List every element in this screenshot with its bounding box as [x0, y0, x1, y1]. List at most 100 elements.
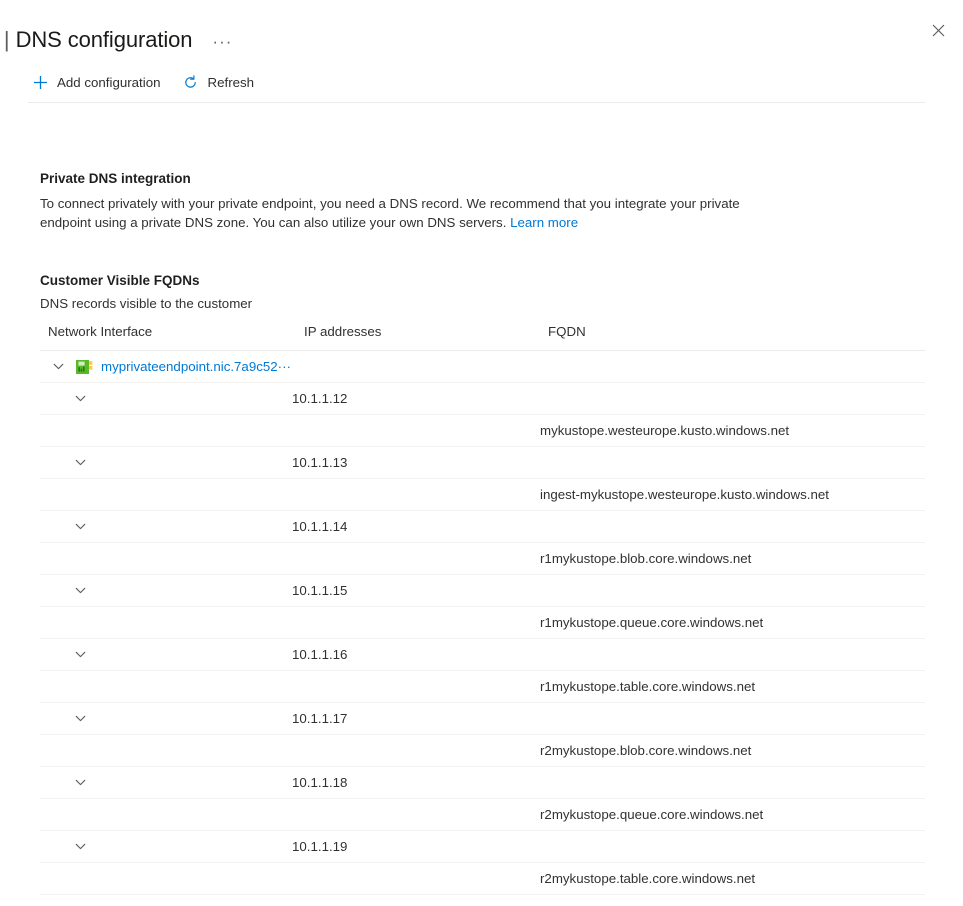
cell-ip-blank: [292, 415, 540, 447]
table-row-fqdn: r2mykustope.queue.core.windows.net: [40, 799, 925, 831]
chevron-down-icon[interactable]: [50, 359, 66, 375]
table-row-ip: 10.1.1.13: [40, 447, 925, 479]
add-configuration-label: Add configuration: [57, 75, 161, 90]
cell-ip-address: 10.1.1.14: [292, 511, 540, 543]
cell-fqdn-blank: [540, 703, 925, 735]
chevron-down-icon[interactable]: [72, 391, 88, 407]
cell-ip-blank: [292, 479, 540, 511]
cell-ip-address: 10.1.1.12: [292, 383, 540, 415]
table-row-fqdn: r2mykustope.blob.core.windows.net: [40, 735, 925, 767]
table-row-fqdn: r1mykustope.queue.core.windows.net: [40, 607, 925, 639]
chevron-down-icon[interactable]: [72, 775, 88, 791]
column-header-network-interface[interactable]: Network Interface: [40, 324, 292, 351]
cell-network-interface: myprivateendpoint.nic.7a9c52···: [40, 351, 292, 383]
cell-ip-expander: [40, 639, 292, 671]
customer-visible-fqdns-section: Customer Visible FQDNs DNS records visib…: [40, 273, 963, 895]
cell-ip-address: 10.1.1.15: [292, 575, 540, 607]
cell-ip-expander: [40, 383, 292, 415]
cell-fqdn-value: r2mykustope.queue.core.windows.net: [540, 799, 925, 831]
cell-ip-blank: [292, 543, 540, 575]
cell-ip-expander: [40, 831, 292, 863]
table-header: Network Interface IP addresses FQDN: [40, 324, 925, 351]
column-header-fqdn[interactable]: FQDN: [540, 324, 925, 351]
table-row-fqdn: ingest-mykustope.westeurope.kusto.window…: [40, 479, 925, 511]
command-bar: Add configuration Refresh: [0, 62, 963, 102]
cell-fqdn-blank: [540, 639, 925, 671]
table-row-ip: 10.1.1.16: [40, 639, 925, 671]
refresh-icon: [181, 72, 201, 92]
cell-fqdn-blank: [540, 767, 925, 799]
close-button[interactable]: [923, 15, 953, 45]
table-row-ip: 10.1.1.12: [40, 383, 925, 415]
dns-records-table: Network Interface IP addresses FQDN mypr…: [40, 324, 925, 895]
cell-ip-blank: [292, 607, 540, 639]
more-options-button[interactable]: ···: [212, 37, 232, 47]
cell-ip-expander: [40, 575, 292, 607]
private-dns-heading: Private DNS integration: [40, 171, 963, 186]
add-configuration-button[interactable]: Add configuration: [28, 67, 169, 97]
private-dns-description: To connect privately with your private e…: [40, 194, 740, 232]
cell-fqdn-value: r1mykustope.table.core.windows.net: [540, 671, 925, 703]
table-row-ip: 10.1.1.14: [40, 511, 925, 543]
cell-spacer: [40, 863, 292, 895]
chevron-down-icon[interactable]: [72, 455, 88, 471]
cell-spacer: [40, 607, 292, 639]
cell-fqdn-blank: [540, 383, 925, 415]
title-row: t | DNS configuration ···: [0, 0, 963, 67]
cell-ip-address: 10.1.1.13: [292, 447, 540, 479]
chevron-down-icon[interactable]: [72, 647, 88, 663]
cell-ip-address: 10.1.1.17: [292, 703, 540, 735]
cell-ip-blank: [292, 735, 540, 767]
chevron-down-icon[interactable]: [72, 711, 88, 727]
chevron-down-icon[interactable]: [72, 583, 88, 599]
cell-spacer: [40, 543, 292, 575]
table-row-ip: 10.1.1.15: [40, 575, 925, 607]
cell-ip-address: 10.1.1.16: [292, 639, 540, 671]
cell-fqdn-value: r1mykustope.blob.core.windows.net: [540, 543, 925, 575]
cell-spacer: [40, 735, 292, 767]
cell-ip-address: 10.1.1.18: [292, 767, 540, 799]
cell-ip-expander: [40, 703, 292, 735]
cell-fqdn-value: r2mykustope.blob.core.windows.net: [540, 735, 925, 767]
refresh-label: Refresh: [208, 75, 255, 90]
plus-icon: [30, 72, 50, 92]
learn-more-link[interactable]: Learn more: [510, 215, 578, 230]
cell-ip-empty: [292, 351, 540, 383]
cell-fqdn-blank: [540, 447, 925, 479]
cell-ip-blank: [292, 799, 540, 831]
refresh-button[interactable]: Refresh: [179, 67, 263, 97]
fqdn-section-description: DNS records visible to the customer: [40, 296, 963, 311]
cell-spacer: [40, 415, 292, 447]
table-row-ip: 10.1.1.17: [40, 703, 925, 735]
cell-ip-expander: [40, 447, 292, 479]
cell-fqdn-blank: [540, 575, 925, 607]
cell-fqdn-blank: [540, 511, 925, 543]
cell-spacer: [40, 479, 292, 511]
close-icon: [932, 24, 945, 37]
cell-fqdn-empty: [540, 351, 925, 383]
column-header-ip-addresses[interactable]: IP addresses: [292, 324, 540, 351]
chevron-down-icon[interactable]: [72, 519, 88, 535]
table-header-row: Network Interface IP addresses FQDN: [40, 324, 925, 351]
blade-header: t | DNS configuration ···: [0, 0, 963, 58]
private-dns-description-text: To connect privately with your private e…: [40, 196, 740, 230]
cell-ip-blank: [292, 671, 540, 703]
cell-ip-expander: [40, 767, 292, 799]
title-separator: |: [0, 27, 16, 53]
table-row-fqdn: r1mykustope.blob.core.windows.net: [40, 543, 925, 575]
fqdn-section-heading: Customer Visible FQDNs: [40, 273, 963, 288]
table-row-ip: 10.1.1.18: [40, 767, 925, 799]
chevron-down-icon[interactable]: [72, 839, 88, 855]
table-row-fqdn: mykustope.westeurope.kusto.windows.net: [40, 415, 925, 447]
cell-fqdn-value: r2mykustope.table.core.windows.net: [540, 863, 925, 895]
cell-fqdn-value: ingest-mykustope.westeurope.kusto.window…: [540, 479, 925, 511]
cell-ip-expander: [40, 511, 292, 543]
page-title: DNS configuration: [16, 27, 193, 53]
network-interface-link[interactable]: myprivateendpoint.nic.7a9c52···: [101, 359, 291, 374]
table-body: myprivateendpoint.nic.7a9c52···10.1.1.12…: [40, 351, 925, 895]
cell-fqdn-blank: [540, 831, 925, 863]
cell-spacer: [40, 799, 292, 831]
table-row-fqdn: r2mykustope.table.core.windows.net: [40, 863, 925, 895]
cell-fqdn-value: mykustope.westeurope.kusto.windows.net: [540, 415, 925, 447]
cell-fqdn-value: r1mykustope.queue.core.windows.net: [540, 607, 925, 639]
